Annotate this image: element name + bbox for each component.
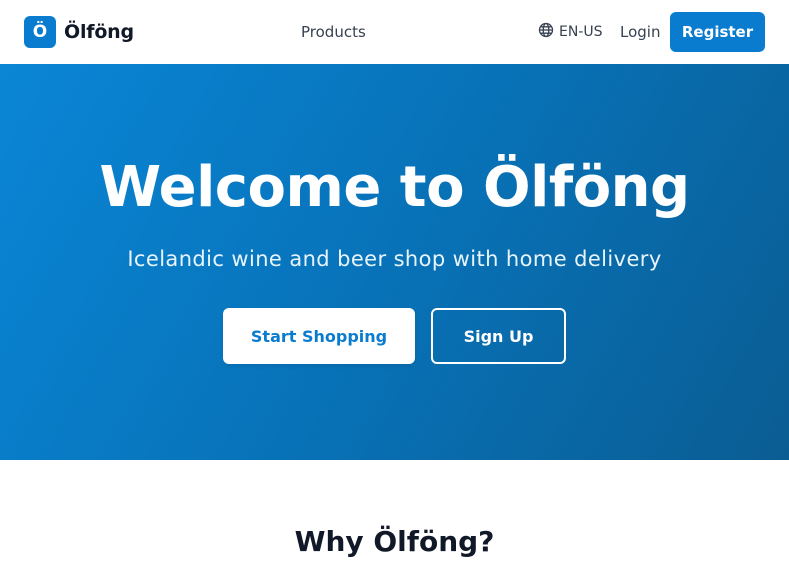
top-navbar: Ö Ölföng Products EN-US Login Register [0,0,789,64]
hero-banner: Welcome to Ölföng Icelandic wine and bee… [0,64,789,460]
hero-title: Welcome to Ölföng [99,155,690,220]
logo-badge: Ö [24,16,56,48]
globe-icon [538,22,559,42]
login-link[interactable]: Login [620,20,660,44]
brand-name: Ölföng [64,21,134,43]
brand-logo-link[interactable]: Ö Ölföng [24,16,134,48]
nav-products-link[interactable]: Products [301,20,366,44]
sign-up-button[interactable]: Sign Up [431,308,566,364]
why-section-title: Why Ölföng? [294,525,495,558]
language-label: EN-US [559,24,603,40]
register-button[interactable]: Register [670,12,765,52]
start-shopping-button[interactable]: Start Shopping [223,308,415,364]
hero-subtitle: Icelandic wine and beer shop with home d… [127,247,662,271]
language-selector[interactable]: EN-US [538,20,603,44]
